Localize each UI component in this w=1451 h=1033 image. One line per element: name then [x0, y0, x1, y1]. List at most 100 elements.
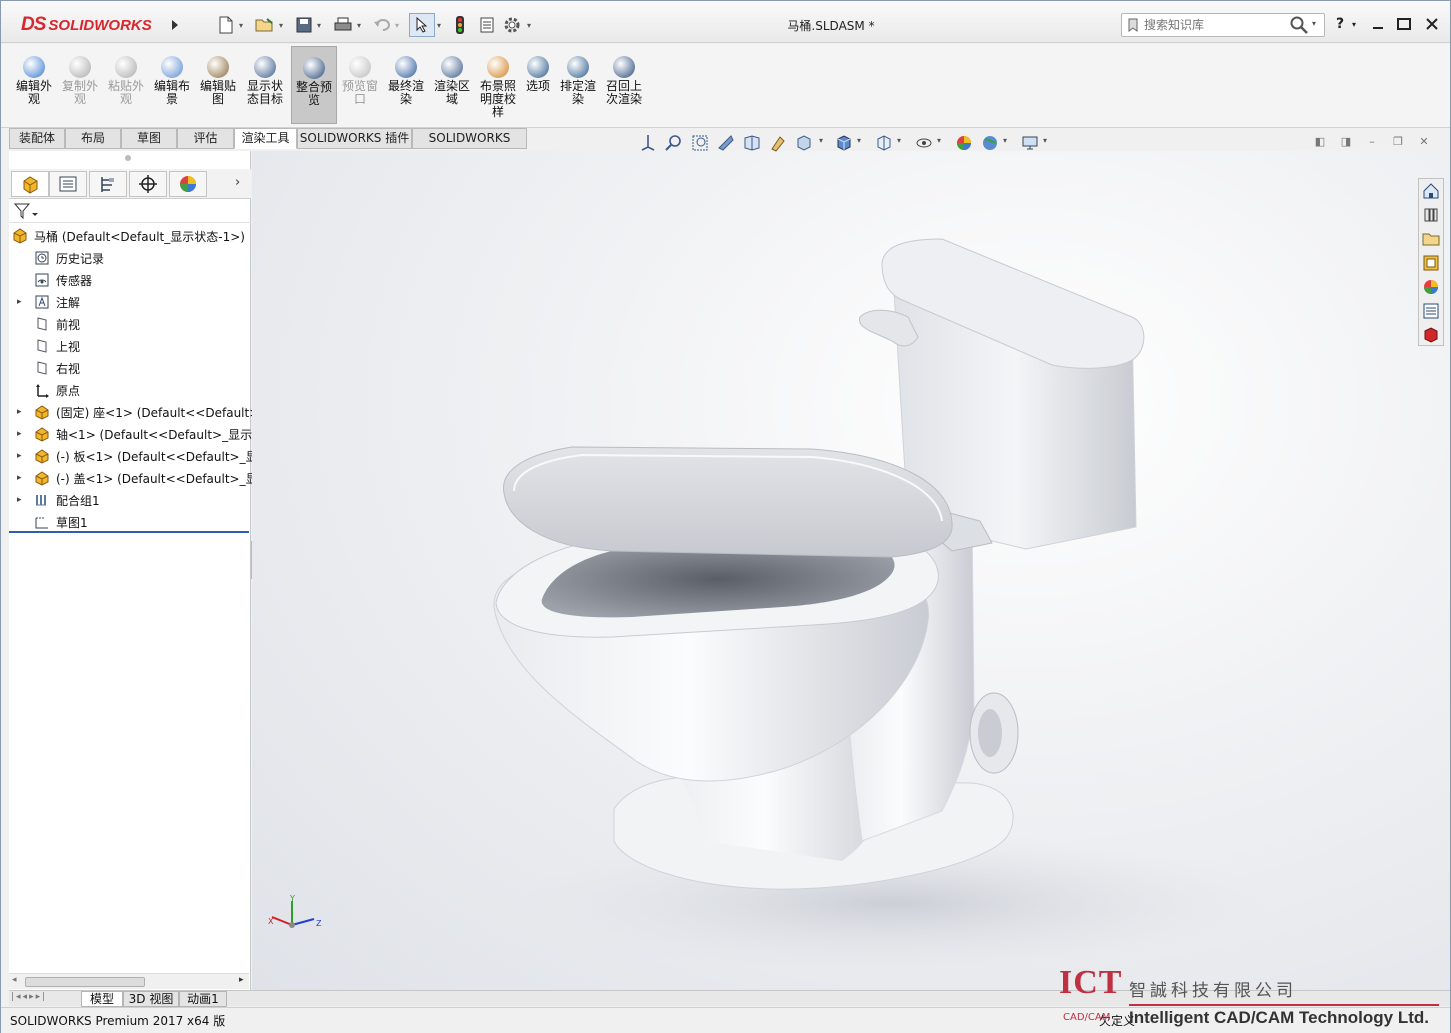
- maximize-window-icon[interactable]: [1395, 15, 1413, 33]
- expand-chevron-icon[interactable]: ▸: [17, 407, 27, 417]
- undo-dropdown-chevron-icon[interactable]: ▾: [395, 14, 399, 36]
- file-properties-icon[interactable]: [477, 14, 497, 36]
- zoom-to-fit-icon[interactable]: [639, 134, 657, 152]
- view-settings-monitor-icon[interactable]: [1021, 134, 1039, 152]
- tree-item[interactable]: 上视: [33, 335, 80, 357]
- scrollbar-thumb[interactable]: [25, 977, 145, 987]
- custom-properties-icon[interactable]: [1422, 302, 1440, 320]
- view-settings-chevron-icon[interactable]: ▾: [1043, 136, 1047, 145]
- scene-globe-icon[interactable]: [981, 134, 999, 152]
- view-palette-icon[interactable]: [1422, 254, 1440, 272]
- viewport-split-right-icon[interactable]: ◨: [1339, 135, 1353, 149]
- viewport-split-left-icon[interactable]: ◧: [1313, 135, 1327, 149]
- solidworks-resources-home-icon[interactable]: [1422, 182, 1440, 200]
- expand-chevron-icon[interactable]: ▸: [17, 297, 27, 307]
- cmd-edit-scene-button[interactable]: 编辑布 景: [149, 46, 195, 124]
- open-dropdown-chevron-icon[interactable]: ▾: [279, 14, 283, 36]
- bottom-tab-2[interactable]: 动画1: [179, 991, 227, 1007]
- tree-item[interactable]: 历史记录: [33, 247, 104, 269]
- expand-chevron-icon[interactable]: ▸: [17, 495, 27, 505]
- tab-scroll-arrows-icon[interactable]: |◂◂▸▸|: [11, 992, 47, 1002]
- section-view-icon[interactable]: [717, 134, 735, 152]
- dynamic-annotation-views-icon[interactable]: [743, 134, 761, 152]
- settings-gear-icon[interactable]: [501, 14, 523, 36]
- viewport-minimize-icon[interactable]: –: [1365, 135, 1379, 149]
- cmd-edit-decal-button[interactable]: 编辑贴 图: [195, 46, 241, 124]
- expand-chevron-icon[interactable]: ▸: [17, 429, 27, 439]
- tree-item[interactable]: 前视: [33, 313, 80, 335]
- bottom-tab-1[interactable]: 3D 视图: [123, 991, 179, 1007]
- graphics-area[interactable]: Y X Z: [252, 151, 1450, 991]
- close-window-icon[interactable]: [1423, 15, 1441, 33]
- tab-0[interactable]: 装配体: [9, 128, 65, 149]
- tree-item[interactable]: 传感器: [33, 269, 92, 291]
- edit-appearance-view-icon[interactable]: [915, 134, 933, 152]
- tree-item[interactable]: ▸ (-) 板<1> (Default<<Default>_显示: [17, 445, 270, 467]
- scroll-right-arrow-icon[interactable]: ▸: [239, 975, 244, 985]
- tab-5[interactable]: SOLIDWORKS 插件: [297, 128, 412, 149]
- undo-icon[interactable]: [371, 14, 393, 36]
- tab-dimxpert-manager[interactable]: [129, 171, 167, 197]
- rollback-bar[interactable]: [9, 531, 249, 533]
- appearances-scenes-decals-icon[interactable]: [1422, 278, 1440, 296]
- tree-item[interactable]: ▸ 轴<1> (Default<<Default>_显示状: [17, 423, 264, 445]
- solidworks-forum-icon[interactable]: [1422, 326, 1440, 344]
- search-dropdown-chevron-icon[interactable]: ▾: [1312, 19, 1316, 28]
- tab-4[interactable]: 渲染工具: [234, 128, 297, 149]
- tree-item[interactable]: ▸ 注解: [17, 291, 80, 313]
- scene-chevron-icon[interactable]: ▾: [1003, 136, 1007, 145]
- cmd-copy-appearance-button[interactable]: 复制外 观: [57, 46, 103, 124]
- expand-chevron-icon[interactable]: ▸: [17, 473, 27, 483]
- rebuild-traffic-light-icon[interactable]: [453, 14, 467, 36]
- select-dropdown-chevron-icon[interactable]: ▾: [437, 14, 441, 36]
- hide-show-chevron-icon[interactable]: ▾: [897, 136, 901, 145]
- tree-item[interactable]: ▸ 配合组1: [17, 489, 100, 511]
- cmd-render-region-button[interactable]: 渲染区 域: [429, 46, 475, 124]
- scroll-left-arrow-icon[interactable]: ◂: [12, 975, 17, 985]
- cmd-integrated-preview-button[interactable]: 整合预 览: [291, 46, 337, 124]
- cmd-scene-illumination-proof-button[interactable]: 布景照 明度校 样: [475, 46, 521, 124]
- tab-1[interactable]: 布局: [65, 128, 121, 149]
- select-pointer-icon[interactable]: [409, 13, 435, 37]
- tree-root-assembly[interactable]: 马桶 (Default<Default_显示状态-1>): [11, 225, 245, 247]
- tree-item[interactable]: ▸ (-) 盖<1> (Default<<Default>_显示: [17, 467, 270, 489]
- view-orientation-icon[interactable]: [795, 134, 813, 152]
- display-style-icon[interactable]: [835, 134, 853, 152]
- tree-item[interactable]: 草图1: [33, 511, 88, 533]
- cmd-paste-appearance-button[interactable]: 粘贴外 观: [103, 46, 149, 124]
- viewport-close-icon[interactable]: ✕: [1417, 135, 1431, 149]
- appearance-chevron-icon[interactable]: ▾: [937, 136, 941, 145]
- save-dropdown-chevron-icon[interactable]: ▾: [317, 14, 321, 36]
- new-dropdown-chevron-icon[interactable]: ▾: [239, 14, 243, 36]
- tab-6[interactable]: SOLIDWORKS MBD: [412, 128, 527, 164]
- cmd-schedule-render-button[interactable]: 排定渲 染: [555, 46, 601, 124]
- zoom-to-area-icon[interactable]: [665, 134, 683, 152]
- minimize-window-icon[interactable]: [1369, 15, 1387, 33]
- cmd-display-state-target-button[interactable]: 显示状 态目标: [241, 46, 289, 124]
- menu-expand-arrow-icon[interactable]: [167, 14, 183, 36]
- tab-feature-manager[interactable]: [11, 171, 49, 197]
- open-document-icon[interactable]: [253, 14, 277, 36]
- print-dropdown-chevron-icon[interactable]: ▾: [357, 14, 361, 36]
- cmd-preview-window-button[interactable]: 预览窗 口: [337, 46, 383, 124]
- tab-configuration-manager[interactable]: [89, 171, 127, 197]
- cmd-options-button[interactable]: 选项: [521, 46, 555, 124]
- display-style-chevron-icon[interactable]: ▾: [857, 136, 861, 145]
- search-input[interactable]: [1144, 17, 1284, 33]
- bottom-tab-0[interactable]: 模型: [81, 991, 123, 1007]
- save-icon[interactable]: [293, 14, 315, 36]
- previous-view-icon[interactable]: [691, 134, 709, 152]
- new-document-icon[interactable]: [215, 14, 237, 36]
- tree-item[interactable]: 原点: [33, 379, 80, 401]
- search-knowledge-base[interactable]: ▾: [1121, 13, 1325, 37]
- hide-show-items-icon[interactable]: [875, 134, 893, 152]
- design-library-icon[interactable]: [1422, 206, 1440, 224]
- tab-property-manager[interactable]: [49, 171, 87, 197]
- tab-display-manager[interactable]: [169, 171, 207, 197]
- print-icon[interactable]: [331, 14, 355, 36]
- filter-icon[interactable]: [14, 203, 40, 219]
- viewport-restore-icon[interactable]: ❐: [1391, 135, 1405, 149]
- file-explorer-icon[interactable]: [1422, 230, 1440, 248]
- cmd-recall-last-render-button[interactable]: 召回上 次渲染: [601, 46, 647, 124]
- help-button[interactable]: ?: [1331, 15, 1349, 33]
